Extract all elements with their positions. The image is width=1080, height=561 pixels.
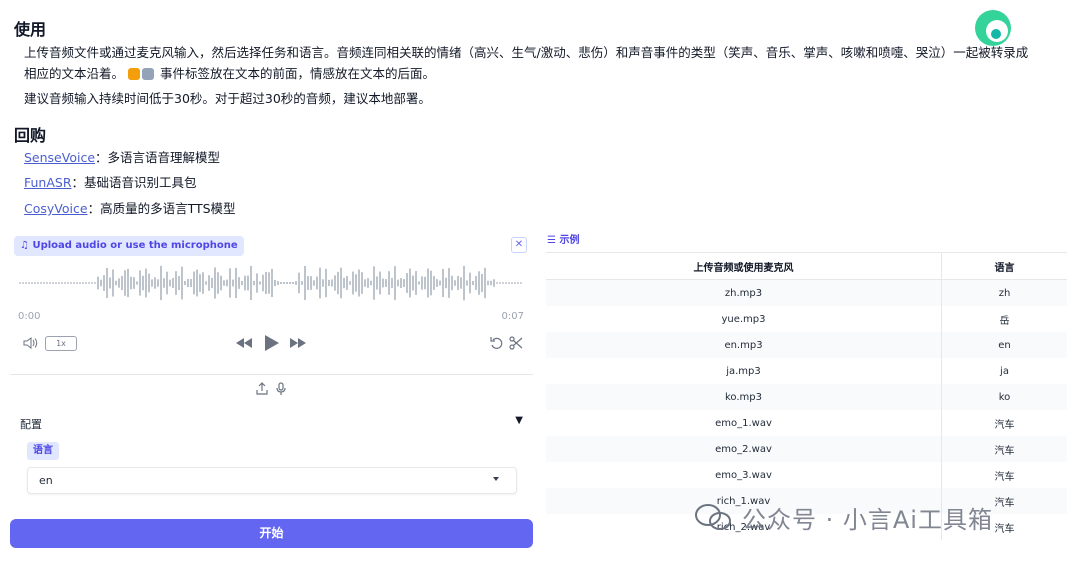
audio-source-bar	[10, 374, 533, 375]
table-row[interactable]: emo_2.wav 汽车	[546, 436, 1067, 462]
example-file-cell[interactable]: emo_2.wav	[546, 436, 942, 462]
time-start: 0:00	[18, 311, 41, 322]
usage-heading: 使用	[14, 20, 47, 39]
table-row[interactable]: zh.mp3 zh	[546, 279, 1067, 306]
language-select[interactable]: en	[27, 467, 517, 494]
table-row[interactable]: en.mp3 en	[546, 332, 1067, 358]
example-language-cell[interactable]: ko	[941, 384, 1067, 410]
example-language-cell[interactable]: ja	[941, 358, 1067, 384]
cosyvoice-link[interactable]: CosyVoice	[24, 201, 88, 216]
app-logo	[975, 10, 1011, 46]
top-cutoff-text: · · ·	[0, 0, 1080, 6]
usage-paragraph-line2: 相应的文本沿着。 事件标签放在文本的前面，情感放在文本的后面。	[24, 66, 435, 81]
example-file-cell[interactable]: ja.mp3	[546, 358, 942, 384]
audio-waveform[interactable]	[18, 261, 524, 305]
upload-icon[interactable]	[256, 382, 268, 395]
sensevoice-link[interactable]: SenseVoice	[24, 150, 95, 165]
example-file-cell[interactable]: emo_3.wav	[546, 462, 942, 488]
repo-heading: 回购	[14, 126, 47, 145]
example-file-cell[interactable]: emo_1.wav	[546, 410, 942, 436]
column-header: 上传音频或使用麦克风	[546, 252, 942, 280]
usage-paragraph-line1: 上传音频文件或通过麦克风输入，然后选择任务和语言。音频连同相关联的情绪（高兴、生…	[24, 45, 1029, 60]
repo-item: SenseVoice：多语言语音理解模型	[24, 150, 221, 165]
example-file-cell[interactable]: en.mp3	[546, 332, 942, 358]
audio-upload-label: ♫ Upload audio or use the microphone	[14, 236, 244, 256]
table-row[interactable]: yue.mp3 岳	[546, 306, 1067, 332]
funasr-link[interactable]: FunASR	[24, 175, 72, 190]
play-icon[interactable]	[261, 333, 281, 353]
example-language-cell[interactable]: zh	[941, 279, 1067, 306]
example-language-cell[interactable]: en	[941, 332, 1067, 358]
language-label: 语言	[27, 442, 59, 460]
table-row[interactable]: emo_1.wav 汽车	[546, 410, 1067, 436]
config-panel: 配置 ▼ 语言 en	[10, 406, 533, 510]
examples-header: ☰ 示例	[547, 235, 580, 246]
config-title[interactable]: 配置	[20, 416, 42, 432]
time-end: 0:07	[501, 311, 524, 322]
emoji-icon	[142, 68, 154, 80]
undo-icon[interactable]	[490, 336, 504, 350]
examples-table: 上传音频或使用麦克风 语言 zh.mp3 zh yue.mp3 岳 en.mp3 en ja…	[546, 252, 1067, 540]
rewind-icon[interactable]	[235, 337, 253, 349]
table-row[interactable]: emo_3.wav 汽车	[546, 462, 1067, 488]
example-language-cell[interactable]: 汽车	[941, 410, 1067, 436]
usage-note: 建议音频输入持续时间低于30秒。对于超过30秒的音频，建议本地部署。	[24, 91, 431, 106]
table-row[interactable]: ja.mp3 ja	[546, 358, 1067, 384]
volume-icon[interactable]	[23, 337, 39, 349]
emoji-icon	[128, 68, 140, 80]
example-file-cell[interactable]: yue.mp3	[546, 306, 942, 332]
column-header: 语言	[941, 252, 1067, 280]
repo-item: FunASR：基础语音识别工具包	[24, 175, 197, 190]
start-button[interactable]: 开始	[10, 519, 533, 548]
example-file-cell[interactable]: zh.mp3	[546, 279, 942, 306]
collapse-triangle-icon[interactable]: ▼	[515, 415, 523, 426]
example-language-cell[interactable]: 汽车	[941, 462, 1067, 488]
example-file-cell[interactable]: ko.mp3	[546, 384, 942, 410]
wechat-icon	[695, 504, 731, 530]
close-icon[interactable]: ✕	[511, 237, 527, 253]
scissors-icon[interactable]	[509, 336, 523, 350]
example-language-cell[interactable]: 汽车	[941, 436, 1067, 462]
table-row[interactable]: ko.mp3 ko	[546, 384, 1067, 410]
chevron-down-icon	[493, 477, 499, 481]
audio-input-panel[interactable]: ♫ Upload audio or use the microphone ✕ 0…	[10, 233, 533, 401]
watermark-text: 公众号 · 小言Ai工具箱	[742, 506, 993, 534]
fast-forward-icon[interactable]	[289, 337, 307, 349]
repo-item: CosyVoice：高质量的多语言TTS模型	[24, 201, 236, 216]
playback-speed-button[interactable]: 1x	[45, 336, 77, 351]
microphone-icon[interactable]	[276, 382, 286, 396]
example-language-cell[interactable]: 岳	[941, 306, 1067, 332]
